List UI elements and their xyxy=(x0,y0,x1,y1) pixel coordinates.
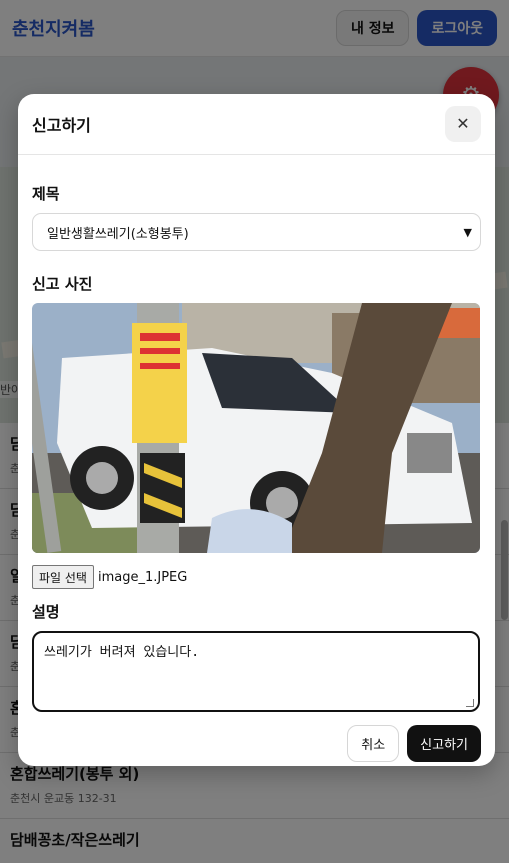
file-name: image_1.JPEG xyxy=(97,569,188,585)
file-upload-row: 파일 선택 image_1.JPEG xyxy=(32,565,481,589)
modal-header: 신고하기 ✕ xyxy=(18,94,495,155)
file-choose-button[interactable]: 파일 선택 xyxy=(32,565,94,589)
modal-title: 신고하기 xyxy=(32,116,91,135)
subject-select[interactable]: 일반생활쓰레기(소형봉투) ▼ xyxy=(32,213,481,251)
resize-handle[interactable] xyxy=(466,699,474,707)
description-text: 쓰레기가 버려져 있습니다. xyxy=(44,645,200,660)
subject-select-value: 일반생활쓰레기(소형봉투) xyxy=(47,226,189,242)
modal-footer: 취소 신고하기 xyxy=(32,725,481,762)
report-modal: 신고하기 ✕ 제목 일반생활쓰레기(소형봉투) ▼ 신고 사진 파일 선택 im… xyxy=(18,94,495,766)
report-photo xyxy=(32,303,480,553)
description-textarea[interactable]: 쓰레기가 버려져 있습니다. xyxy=(32,631,480,712)
submit-report-button[interactable]: 신고하기 xyxy=(407,725,481,762)
modal-body: 제목 일반생활쓰레기(소형봉투) ▼ 신고 사진 파일 선택 image_1.J… xyxy=(18,183,495,762)
close-button[interactable]: ✕ xyxy=(445,106,481,142)
cancel-button[interactable]: 취소 xyxy=(347,725,400,762)
chevron-down-icon: ▼ xyxy=(463,225,472,239)
description-label: 설명 xyxy=(32,603,60,621)
photo-label: 신고 사진 xyxy=(32,275,93,293)
subject-label: 제목 xyxy=(32,185,60,203)
close-icon: ✕ xyxy=(456,116,470,133)
